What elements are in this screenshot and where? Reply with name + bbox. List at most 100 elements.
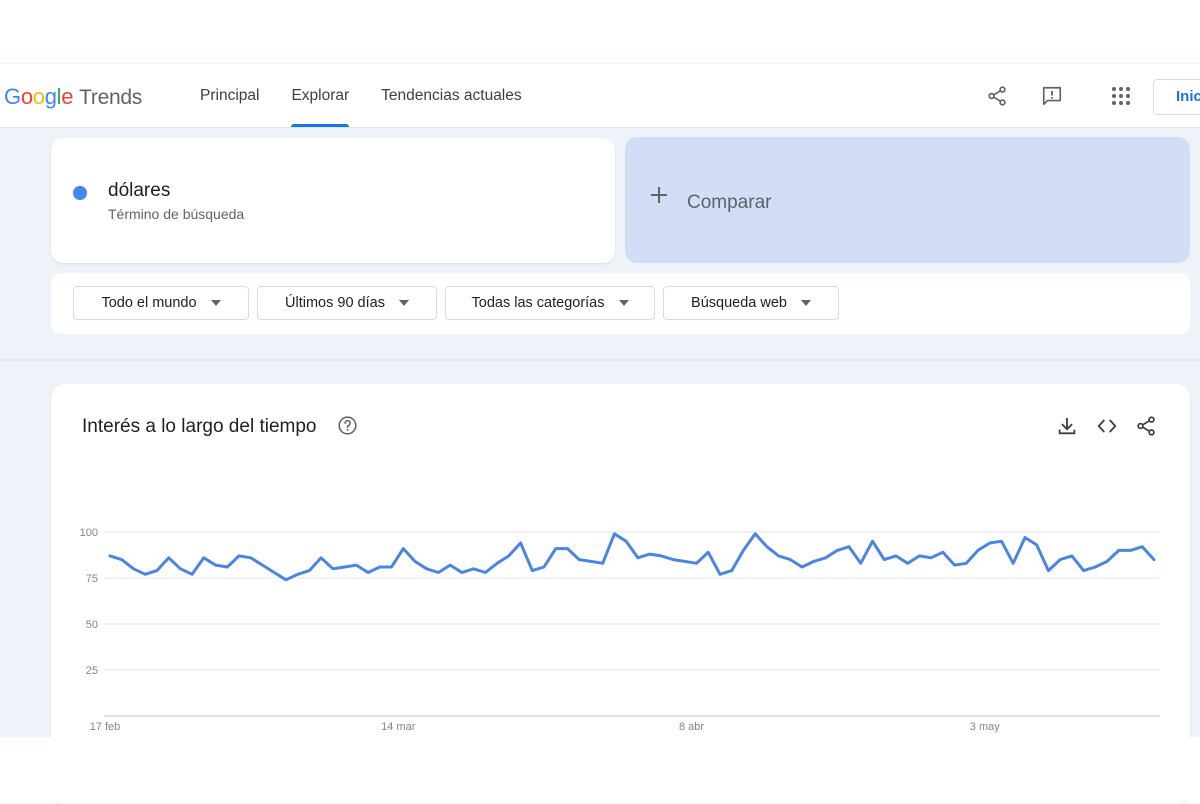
data-point: [1117, 548, 1121, 552]
data-point: [507, 554, 511, 558]
data-point: [648, 552, 652, 556]
data-point: [976, 548, 980, 552]
data-point: [777, 554, 781, 558]
data-point: [390, 565, 394, 569]
search-term-type: Término de búsqueda: [108, 206, 245, 222]
data-point: [448, 563, 452, 567]
data-point: [495, 561, 499, 565]
nav-explorar[interactable]: Explorar: [275, 64, 365, 127]
logo-trends-word: Trends: [79, 86, 142, 109]
region-filter-label: Todo el mundo: [101, 295, 197, 311]
data-point: [1000, 539, 1004, 543]
series-line-dolares: [108, 532, 1156, 582]
time-filter[interactable]: Últimos 90 días: [257, 286, 437, 320]
page-bottom-area: [0, 737, 1200, 800]
data-point: [178, 567, 182, 571]
data-point: [483, 571, 487, 575]
data-point: [1129, 548, 1133, 552]
compare-button[interactable]: Comparar: [625, 137, 1190, 263]
logo-letter: o: [32, 84, 45, 109]
nav-principal[interactable]: Principal: [184, 64, 275, 127]
data-point: [366, 571, 370, 575]
search-type-filter-label: Búsqueda web: [691, 295, 787, 311]
data-point: [331, 567, 335, 571]
search-term-text[interactable]: dólares: [108, 180, 170, 202]
data-point: [929, 556, 933, 560]
chevron-down-icon: [398, 300, 409, 306]
y-tick-label: 25: [86, 665, 98, 677]
data-point: [741, 548, 745, 552]
data-point: [214, 563, 218, 567]
compare-label: Comparar: [687, 192, 772, 213]
data-point: [1046, 569, 1050, 573]
data-point: [894, 554, 898, 558]
top-header: Google Trends Principal Explorar Tendenc…: [0, 64, 1200, 128]
data-point: [472, 567, 476, 571]
data-point: [519, 541, 523, 545]
data-point: [753, 532, 757, 536]
data-point: [906, 561, 910, 565]
sign-in-button[interactable]: Inic: [1153, 79, 1200, 115]
data-point: [249, 556, 253, 560]
interest-line-chart: 100 75 50 25 17 feb 14 mar 8 abr 3 may: [80, 527, 1160, 733]
google-trends-logo[interactable]: Google Trends: [4, 84, 142, 110]
data-point: [953, 563, 957, 567]
data-point: [225, 565, 229, 569]
data-point: [964, 561, 968, 565]
data-point: [132, 567, 136, 571]
data-point: [401, 547, 405, 551]
data-point: [354, 563, 358, 567]
time-filter-label: Últimos 90 días: [285, 295, 385, 311]
data-point: [542, 565, 546, 569]
data-point: [167, 556, 171, 560]
data-point: [1152, 558, 1156, 562]
logo-letter: G: [4, 84, 21, 109]
data-point: [261, 563, 265, 567]
data-point: [436, 571, 440, 575]
data-point: [530, 569, 534, 573]
data-point: [730, 569, 734, 573]
search-type-filter[interactable]: Búsqueda web: [663, 286, 839, 320]
data-point: [824, 556, 828, 560]
nav-explorar-label: Explorar: [291, 86, 350, 104]
data-point: [343, 565, 347, 569]
data-point: [566, 547, 570, 551]
data-point: [319, 556, 323, 560]
search-term-card[interactable]: dólares Término de búsqueda: [51, 138, 615, 263]
data-point: [378, 565, 382, 569]
data-point: [155, 569, 159, 573]
data-point: [272, 571, 276, 575]
chevron-down-icon: [210, 300, 221, 306]
data-point: [1140, 545, 1144, 549]
data-point: [671, 558, 675, 562]
x-tick-label: 8 abr: [679, 721, 704, 733]
data-point: [237, 554, 241, 558]
sign-in-label: Inic: [1176, 88, 1200, 105]
data-point: [800, 565, 804, 569]
logo-letter: e: [61, 84, 74, 109]
data-point: [683, 559, 687, 563]
nav-tendencias-actuales[interactable]: Tendencias actuales: [365, 64, 537, 127]
chevron-down-icon: [800, 300, 811, 306]
data-point: [601, 561, 605, 565]
x-tick-label: 14 mar: [381, 721, 416, 733]
data-point: [835, 548, 839, 552]
feedback-icon[interactable]: [1038, 82, 1066, 110]
apps-grid-icon[interactable]: [1107, 82, 1135, 110]
data-point: [284, 578, 288, 582]
category-filter[interactable]: Todas las categorías: [445, 286, 655, 320]
data-point: [812, 559, 816, 563]
logo-google-word: Google: [4, 84, 73, 110]
data-point: [788, 558, 792, 562]
share-icon[interactable]: [983, 82, 1011, 110]
logo-letter: o: [20, 84, 33, 109]
data-point: [108, 554, 112, 558]
data-point: [1023, 536, 1027, 540]
data-point: [871, 539, 875, 543]
y-tick-label: 50: [86, 619, 98, 631]
y-tick-label: 100: [80, 527, 98, 539]
y-tick-label: 75: [86, 573, 98, 585]
region-filter[interactable]: Todo el mundo: [73, 286, 249, 320]
nav-tendencias-label: Tendencias actuales: [381, 86, 522, 104]
x-tick-label: 3 may: [970, 721, 1000, 733]
